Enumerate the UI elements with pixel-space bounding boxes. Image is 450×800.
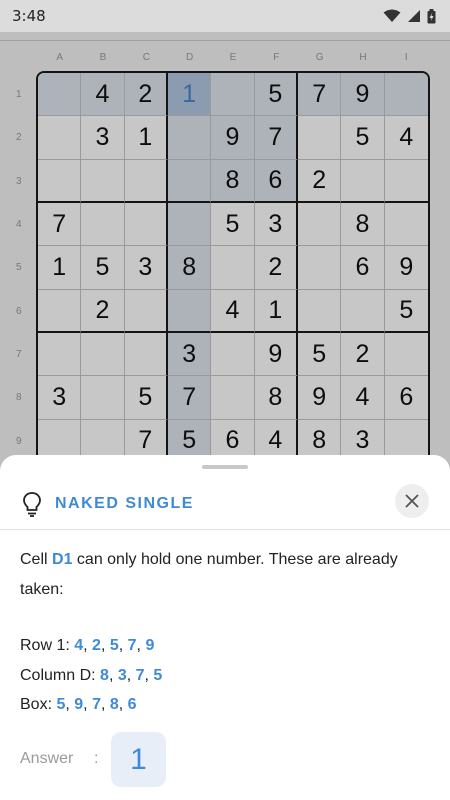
taken-value: 9: [145, 637, 155, 654]
battery-icon: [427, 8, 436, 23]
lightbulb-icon: [23, 492, 41, 517]
taken-value: 5: [109, 637, 119, 654]
taken-value: 3: [117, 667, 127, 684]
taken-value: 7: [127, 637, 137, 654]
box-label: Box:: [20, 696, 57, 713]
drag-handle[interactable]: [202, 465, 248, 469]
status-bar: 3:48: [0, 0, 450, 32]
column-label: Column D:: [20, 667, 101, 684]
column-taken-values: Column D: 8, 3, 7, 5: [20, 667, 163, 684]
header-divider: [0, 529, 450, 530]
answer-value: 1: [111, 732, 166, 787]
box-taken-values: Box: 5, 9, 7, 8, 6: [20, 696, 137, 713]
status-time: 3:48: [12, 7, 46, 25]
signal-icon: [408, 10, 420, 22]
row-label: Row 1:: [20, 637, 75, 654]
hint-header: NAKED SINGLE: [0, 481, 450, 531]
taken-value: 2: [92, 637, 101, 654]
row-taken-values: Row 1: 4, 2, 5, 7, 9: [20, 637, 155, 654]
hint-title: NAKED SINGLE: [55, 495, 194, 512]
close-icon: [405, 494, 419, 508]
taken-value: 8: [100, 667, 109, 684]
taken-value: 7: [135, 667, 145, 684]
target-cell-ref: D1: [52, 551, 73, 568]
taken-value: 4: [74, 637, 84, 654]
explain-suffix: can only hold one number. These are alre…: [20, 551, 398, 598]
hint-sheet: NAKED SINGLE Cell D1 can only hold one n…: [0, 455, 450, 800]
taken-value: 8: [109, 696, 119, 713]
hint-explanation: Cell D1 can only hold one number. These …: [20, 545, 420, 605]
answer-colon: :: [94, 750, 99, 767]
wifi-icon: [383, 9, 401, 22]
status-icons: [383, 8, 436, 24]
taken-value: 5: [153, 667, 163, 684]
explain-prefix: Cell: [20, 551, 53, 568]
taken-value: 9: [74, 696, 84, 713]
close-button[interactable]: [395, 484, 429, 518]
answer-label: Answer: [20, 750, 74, 767]
taken-value: 6: [127, 696, 137, 713]
taken-value: 7: [92, 696, 101, 713]
taken-value: 5: [56, 696, 66, 713]
